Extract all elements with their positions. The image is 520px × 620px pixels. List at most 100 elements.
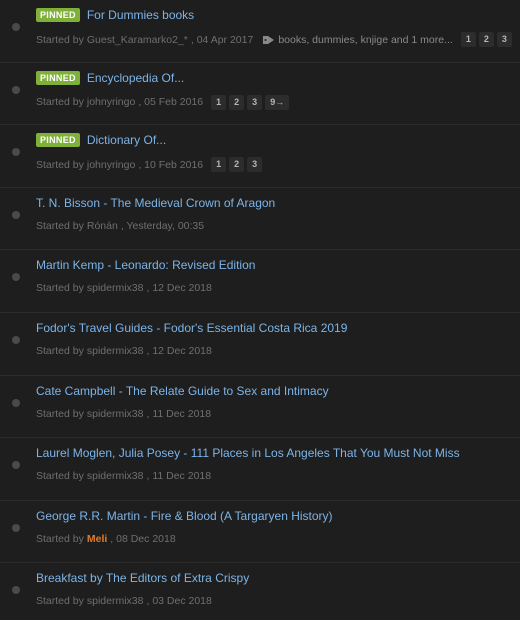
topic-title-line: Breakfast by The Editors of Extra Crispy: [36, 571, 249, 585]
author-link[interactable]: Meli: [87, 533, 107, 545]
unread-dot-icon: [12, 461, 20, 470]
topic-title-line: PINNED For Dummies books: [36, 8, 194, 22]
topic-meta: Started by johnyringo , 05 Feb 2016 1239…: [36, 94, 292, 110]
topic-row: George R.R. Martin - Fire & Blood (A Tar…: [0, 500, 520, 564]
topic-meta: Started by spidermix38 , 12 Dec 2018: [36, 345, 212, 357]
topic-title-line: Fodor's Travel Guides - Fodor's Essentia…: [36, 321, 347, 335]
topic-title-link[interactable]: T. N. Bisson - The Medieval Crown of Ara…: [36, 196, 275, 210]
page-button[interactable]: 1: [211, 94, 227, 110]
unread-dot-icon: [12, 523, 20, 532]
topic-date: , 12 Dec 2018: [146, 282, 212, 295]
topic-row: T. N. Bisson - The Medieval Crown of Ara…: [0, 187, 520, 251]
pagination: 123: [460, 32, 515, 47]
pinned-badge: PINNED: [36, 8, 80, 22]
topic-date: , 04 Apr 2017: [190, 33, 254, 46]
unread-dot-icon: [12, 398, 20, 407]
topic-date: , 11 Dec 2018: [146, 407, 212, 420]
started-by-label: Started by: [36, 158, 84, 171]
started-by-label: Started by: [36, 96, 84, 109]
topic-row: Cate Campbell - The Relate Guide to Sex …: [0, 375, 520, 439]
topic-meta: Started by spidermix38 , 11 Dec 2018: [36, 408, 211, 420]
topic-meta: Started by johnyringo , 10 Feb 2016 123: [36, 157, 265, 173]
topic-title-link[interactable]: Cate Campbell - The Relate Guide to Sex …: [36, 384, 329, 398]
topic-row: Martin Kemp - Leonardo: Revised Edition …: [0, 250, 520, 313]
topic-title-link[interactable]: Encyclopedia Of...: [87, 71, 184, 85]
unread-dot-icon: [12, 85, 20, 94]
topic-meta: Started by Guest_Karamarko2_* , 04 Apr 2…: [36, 32, 515, 47]
started-by-label: Started by: [36, 344, 84, 357]
started-by-label: Started by: [36, 595, 84, 608]
page-button[interactable]: 1: [211, 157, 227, 173]
topic-tags: books, dummies, knjige and 1 more...: [263, 34, 453, 46]
tags-link[interactable]: books, dummies, knjige and 1 more...: [278, 34, 453, 46]
topic-date: , 10 Feb 2016: [138, 158, 204, 171]
topic-title-link[interactable]: George R.R. Martin - Fire & Blood (A Tar…: [36, 509, 333, 523]
topic-meta: Started by Meli , 08 Dec 2018: [36, 533, 176, 545]
topic-date: , 08 Dec 2018: [110, 532, 176, 545]
topic-row: Breakfast by The Editors of Extra Crispy…: [0, 563, 520, 620]
author-link[interactable]: spidermix38: [87, 470, 144, 482]
page-button[interactable]: 3: [496, 32, 512, 47]
topic-meta: Started by spidermix38 , 12 Dec 2018: [36, 282, 212, 294]
topic-date: , 12 Dec 2018: [146, 344, 212, 357]
started-by-label: Started by: [36, 470, 84, 483]
topic-row: PINNED Encyclopedia Of... Started by joh…: [0, 62, 520, 126]
topic-row: PINNED For Dummies books Started by Gues…: [0, 0, 520, 63]
topic-meta: Started by Rónán , Yesterday, 00:35: [36, 220, 204, 232]
started-by-label: Started by: [36, 282, 84, 295]
unread-dot-icon: [12, 148, 20, 157]
topic-list: PINNED For Dummies books Started by Gues…: [0, 0, 520, 620]
topic-title-link[interactable]: Breakfast by The Editors of Extra Crispy: [36, 571, 249, 585]
author-link[interactable]: Guest_Karamarko2_*: [87, 34, 188, 46]
unread-dot-icon: [12, 273, 20, 282]
author-link[interactable]: johnyringo: [87, 159, 135, 171]
author-link[interactable]: spidermix38: [87, 408, 144, 420]
topic-title-link[interactable]: Laurel Moglen, Julia Posey - 111 Places …: [36, 446, 460, 460]
topic-title-line: George R.R. Martin - Fire & Blood (A Tar…: [36, 509, 333, 523]
tag-icon: [263, 35, 275, 44]
topic-row: Fodor's Travel Guides - Fodor's Essentia…: [0, 312, 520, 376]
author-link[interactable]: spidermix38: [87, 282, 144, 294]
author-link[interactable]: spidermix38: [87, 345, 144, 357]
topic-date: , 11 Dec 2018: [146, 470, 212, 483]
started-by-label: Started by: [36, 33, 84, 46]
topic-title-link[interactable]: Martin Kemp - Leonardo: Revised Edition: [36, 258, 255, 272]
topic-date: , Yesterday, 00:35: [120, 219, 205, 232]
page-button[interactable]: 3: [247, 157, 263, 173]
topic-title-line: T. N. Bisson - The Medieval Crown of Ara…: [36, 196, 275, 210]
topic-title-link[interactable]: Fodor's Travel Guides - Fodor's Essentia…: [36, 321, 347, 335]
topic-title-line: Cate Campbell - The Relate Guide to Sex …: [36, 384, 329, 398]
author-link[interactable]: johnyringo: [87, 96, 135, 108]
pagination: 123: [211, 157, 265, 173]
topic-title-line: PINNED Dictionary Of...: [36, 133, 166, 148]
page-button[interactable]: 2: [229, 94, 245, 110]
topic-title-line: Laurel Moglen, Julia Posey - 111 Places …: [36, 446, 460, 460]
topic-date: , 03 Dec 2018: [146, 595, 212, 608]
topic-title-link[interactable]: Dictionary Of...: [87, 133, 166, 147]
page-button[interactable]: 2: [229, 157, 245, 173]
topic-row: PINNED Dictionary Of... Started by johny…: [0, 125, 520, 188]
topic-date: , 05 Feb 2016: [138, 96, 204, 109]
topic-title-line: PINNED Encyclopedia Of...: [36, 70, 184, 85]
started-by-label: Started by: [36, 532, 84, 545]
pinned-badge: PINNED: [36, 133, 80, 148]
author-link[interactable]: spidermix38: [87, 595, 144, 607]
topic-meta: Started by spidermix38 , 11 Dec 2018: [36, 470, 211, 482]
unread-dot-icon: [12, 586, 20, 595]
topic-row: Laurel Moglen, Julia Posey - 111 Places …: [0, 438, 520, 501]
page-button[interactable]: 1: [460, 32, 476, 47]
topic-meta: Started by spidermix38 , 03 Dec 2018: [36, 595, 212, 607]
pagination: 1 2 3 9→: [211, 94, 292, 110]
started-by-label: Started by: [36, 407, 84, 420]
unread-dot-icon: [12, 335, 20, 344]
topic-title-line: Martin Kemp - Leonardo: Revised Edition: [36, 258, 255, 272]
unread-dot-icon: [12, 210, 20, 219]
topic-title-link[interactable]: For Dummies books: [87, 8, 194, 22]
page-button[interactable]: 9→: [265, 94, 290, 110]
started-by-label: Started by: [36, 219, 84, 232]
author-link[interactable]: Rónán: [87, 220, 118, 232]
page-button[interactable]: 2: [478, 32, 494, 47]
page-button[interactable]: 3: [247, 94, 263, 110]
unread-dot-icon: [12, 23, 20, 31]
pinned-badge: PINNED: [36, 70, 80, 85]
